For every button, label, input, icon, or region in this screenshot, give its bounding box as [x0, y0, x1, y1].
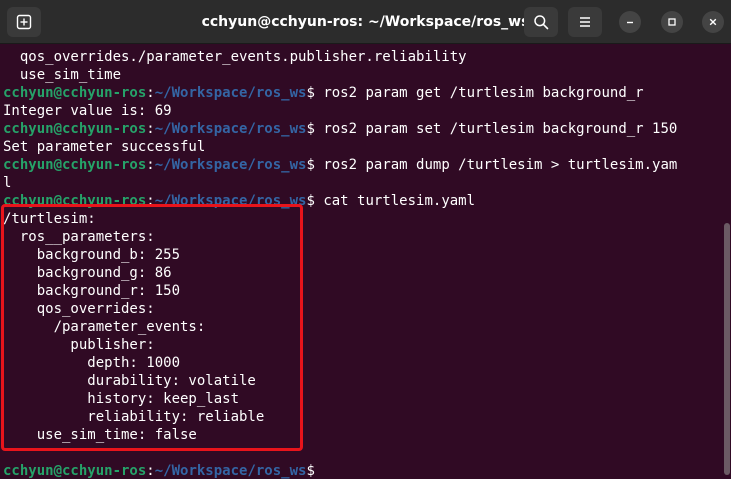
command-text: ros2 param get /turtlesim background_r	[314, 85, 644, 101]
prompt-separator: :	[146, 85, 155, 101]
prompt-sign: $	[306, 85, 315, 101]
output-line: depth: 1000	[3, 355, 181, 371]
prompt-separator: :	[146, 121, 155, 137]
output-line: qos_overrides./parameter_events.publishe…	[3, 49, 467, 65]
output-line: l	[3, 175, 12, 191]
output-line: history: keep_last	[3, 391, 240, 407]
close-icon	[709, 18, 717, 26]
new-tab-icon	[16, 14, 32, 30]
command-text: cat turtlesim.yaml	[314, 193, 476, 209]
prompt-line: cchyun@cchyun-ros:~/Workspace/ros_ws$ ca…	[3, 192, 475, 210]
output-line: reliability: reliable	[3, 409, 265, 425]
prompt-line: cchyun@cchyun-ros:~/Workspace/ros_ws$ ro…	[3, 156, 677, 174]
prompt-separator: :	[146, 157, 155, 173]
output-line: background_g: 86	[3, 265, 172, 281]
prompt-line: cchyun@cchyun-ros:~/Workspace/ros_ws$ ro…	[3, 120, 677, 138]
prompt-path: ~/Workspace/ros_ws	[154, 157, 307, 173]
prompt-user: cchyun@cchyun-ros	[3, 463, 147, 479]
search-icon	[534, 15, 549, 30]
prompt-path: ~/Workspace/ros_ws	[154, 193, 307, 209]
command-text: ros2 param dump /turtlesim > turtlesim.y…	[314, 157, 678, 173]
prompt-user: cchyun@cchyun-ros	[3, 193, 147, 209]
output-line: use_sim_time	[3, 67, 122, 83]
terminal-window: cchyun@cchyun-ros: ~/Workspace/ros_ws qo…	[0, 0, 731, 479]
prompt-separator: :	[146, 193, 155, 209]
prompt-user: cchyun@cchyun-ros	[3, 85, 147, 101]
prompt-separator: :	[146, 463, 155, 479]
title-bar[interactable]: cchyun@cchyun-ros: ~/Workspace/ros_ws	[0, 0, 731, 44]
prompt-user: cchyun@cchyun-ros	[3, 121, 147, 137]
search-button[interactable]	[524, 7, 558, 37]
maximize-icon	[668, 18, 676, 26]
prompt-path: ~/Workspace/ros_ws	[154, 463, 307, 479]
new-tab-button[interactable]	[7, 7, 41, 37]
output-line: publisher:	[3, 337, 155, 353]
output-line: background_r: 150	[3, 283, 181, 299]
maximize-button[interactable]	[661, 11, 683, 33]
prompt-user: cchyun@cchyun-ros	[3, 157, 147, 173]
menu-button[interactable]	[568, 7, 602, 37]
command-text: ros2 param set /turtlesim background_r 1…	[314, 121, 678, 137]
prompt-line: cchyun@cchyun-ros:~/Workspace/ros_ws$	[3, 462, 315, 479]
output-line: Set parameter successful	[3, 139, 206, 155]
minimize-icon	[627, 21, 633, 24]
output-line: durability: volatile	[3, 373, 256, 389]
output-line: qos_overrides:	[3, 301, 155, 317]
output-line: Integer value is: 69	[3, 103, 172, 119]
prompt-path: ~/Workspace/ros_ws	[154, 121, 307, 137]
output-line: background_b: 255	[3, 247, 181, 263]
output-line: /parameter_events:	[3, 319, 206, 335]
prompt-sign: $	[306, 463, 315, 479]
scrollbar-thumb[interactable]	[724, 223, 730, 475]
scrollbar[interactable]	[722, 45, 731, 479]
terminal-output[interactable]: qos_overrides./parameter_events.publishe…	[0, 45, 722, 479]
prompt-line: cchyun@cchyun-ros:~/Workspace/ros_ws$ ro…	[3, 84, 644, 102]
output-line: /turtlesim:	[3, 211, 96, 227]
close-button[interactable]	[702, 11, 724, 33]
output-line: ros__parameters:	[3, 229, 155, 245]
prompt-path: ~/Workspace/ros_ws	[154, 85, 307, 101]
prompt-sign: $	[306, 157, 315, 173]
minimize-button[interactable]	[619, 11, 641, 33]
hamburger-menu-icon	[580, 17, 590, 27]
prompt-sign: $	[306, 193, 315, 209]
output-line: use_sim_time: false	[3, 427, 197, 443]
prompt-sign: $	[306, 121, 315, 137]
